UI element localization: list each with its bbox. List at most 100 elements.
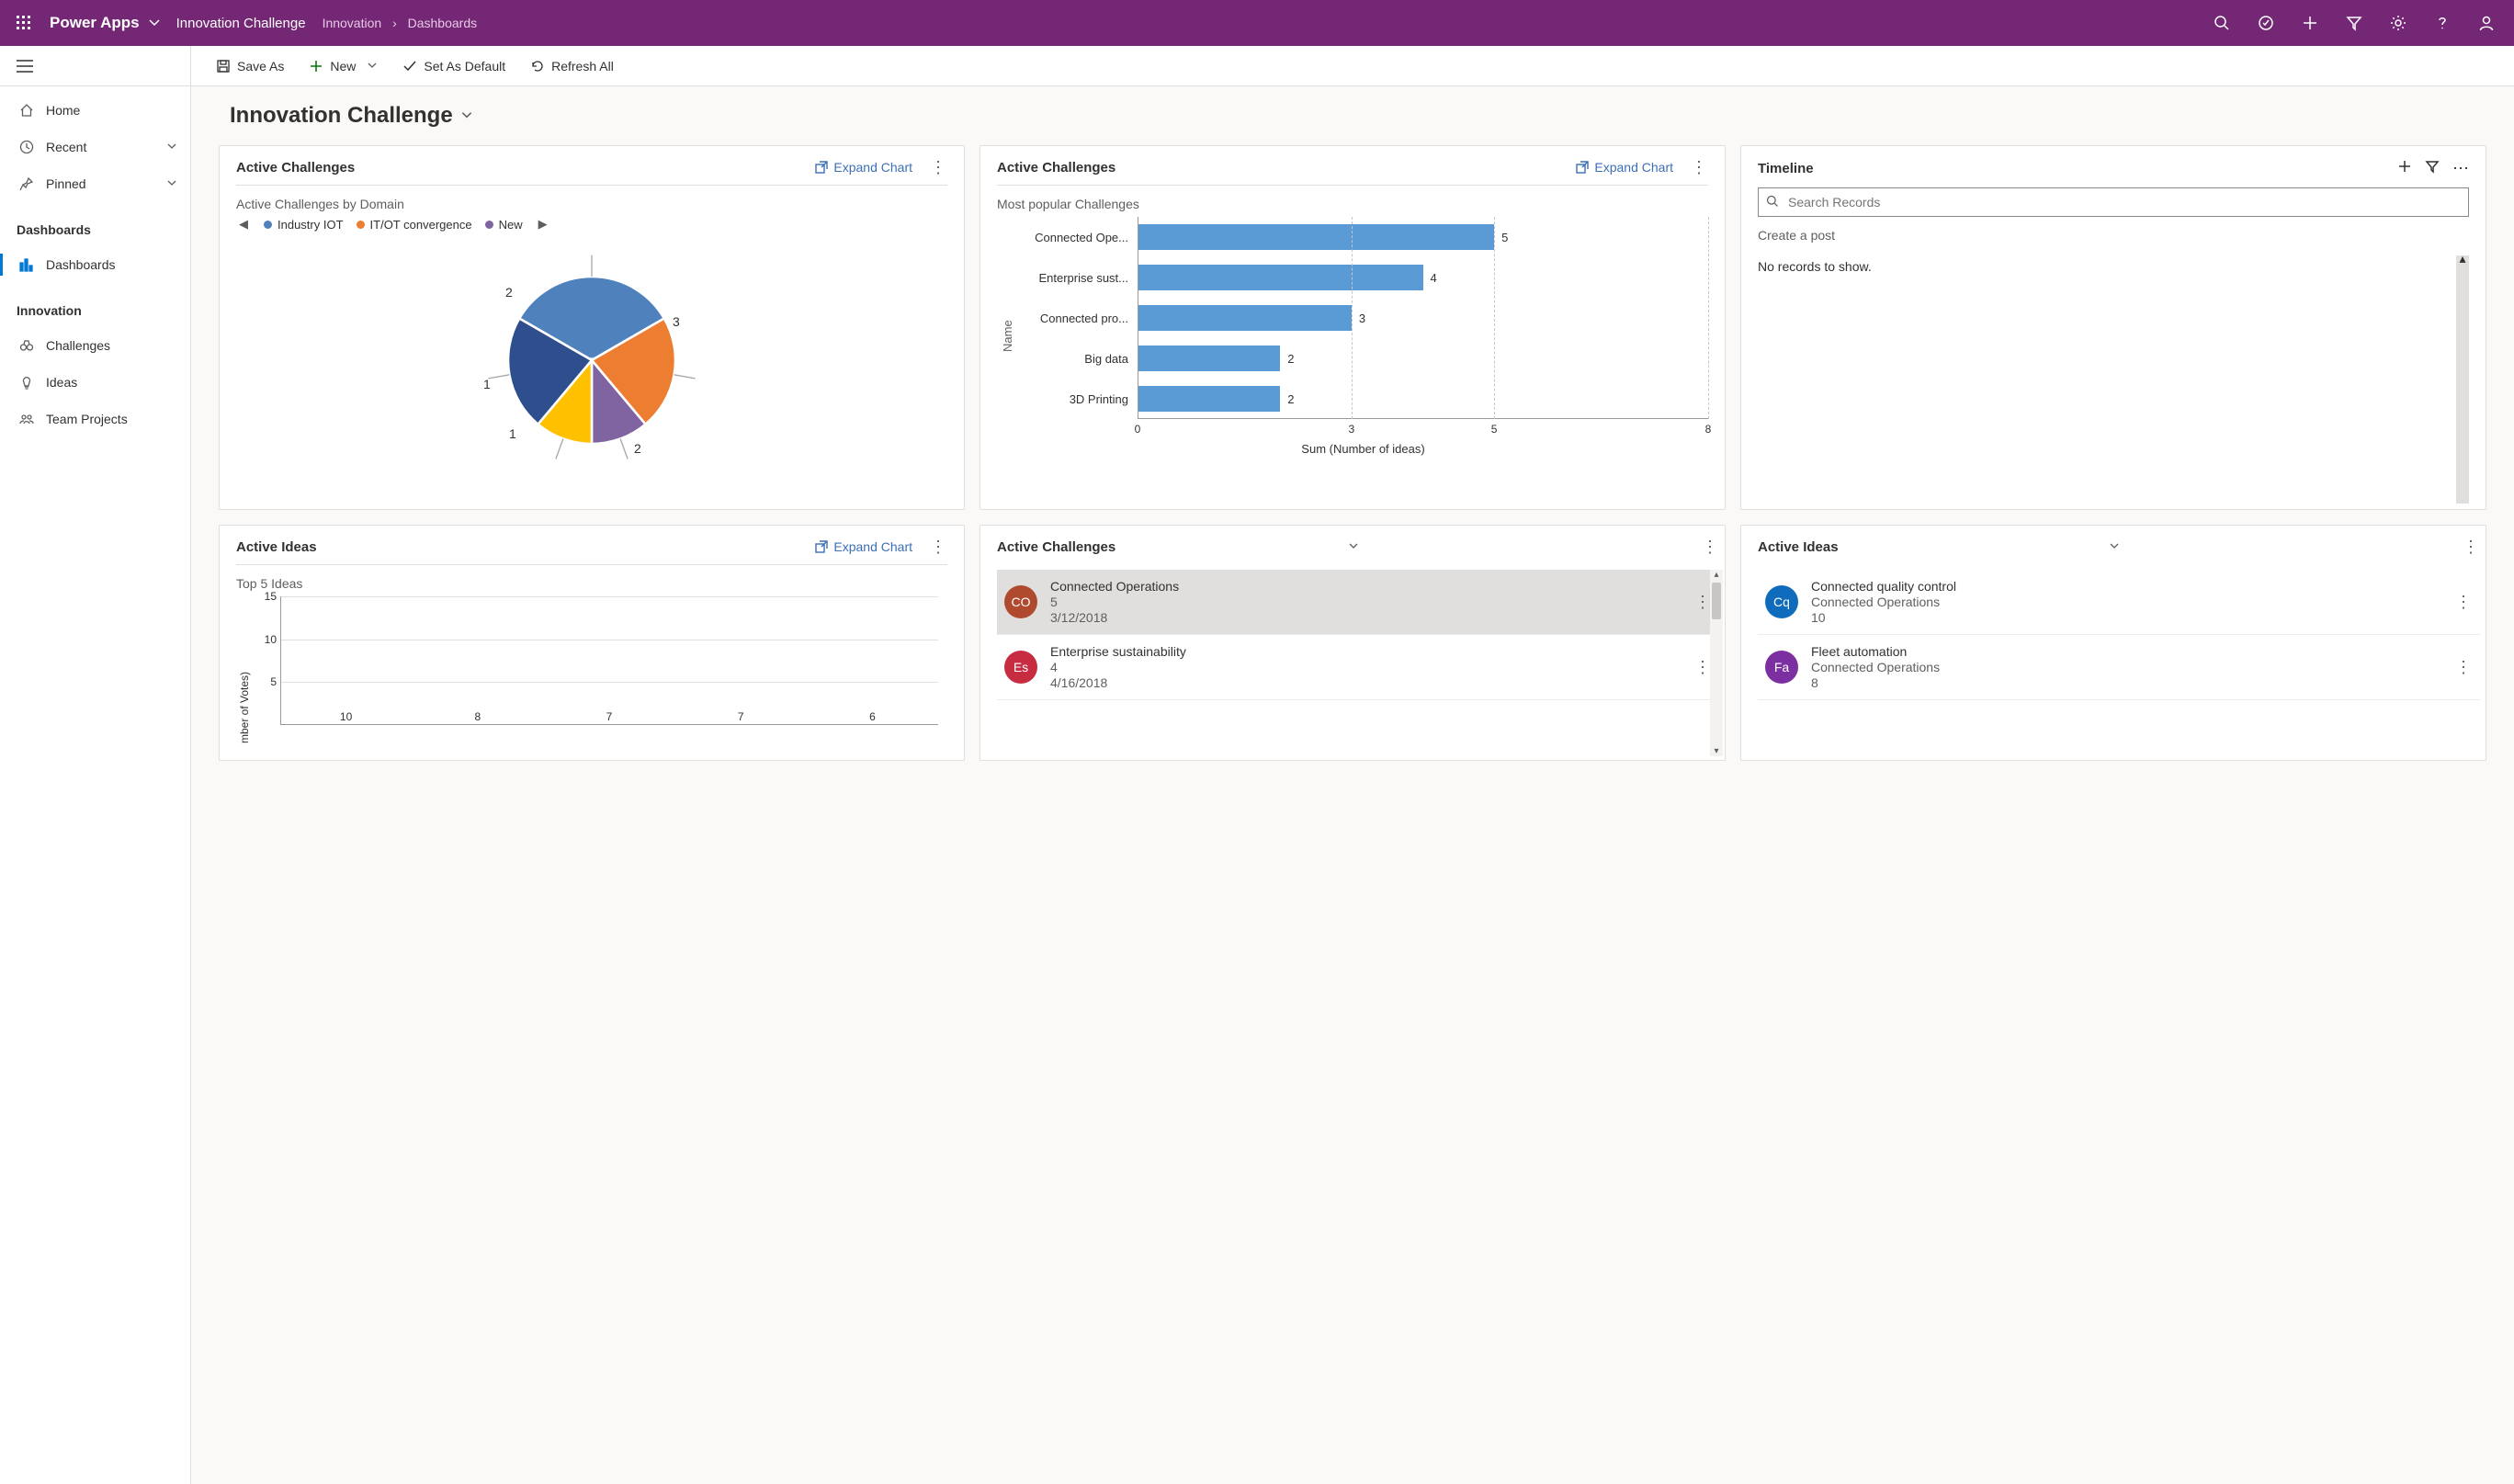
card-title: Timeline [1758,161,2397,176]
record-subtitle: Connected Operations [1811,595,2454,609]
avatar: Fa [1765,651,1798,684]
filter-icon[interactable] [2334,3,2374,43]
card-timeline: Timeline ⋯ Create a post ▴ [1740,145,2486,510]
expand-chart-button[interactable]: Expand Chart [815,539,912,554]
scroll-up-icon[interactable]: ▴ [2456,254,2469,263]
nav-recent[interactable]: Recent [0,129,190,165]
expand-chart-button[interactable]: Expand Chart [1576,160,1673,175]
list-item[interactable]: COConnected Operations53/12/2018⋮ [997,570,1719,635]
nav-home[interactable]: Home [0,92,190,129]
cmd-save-as-label: Save As [237,59,284,74]
timeline-search-input[interactable] [1786,194,2461,210]
more-icon[interactable]: ⋮ [1693,658,1712,677]
search-icon[interactable] [2202,3,2242,43]
scroll-down-icon[interactable]: ▾ [1710,746,1723,756]
chevron-down-icon[interactable] [367,59,378,74]
nav-ideas[interactable]: Ideas [0,364,190,401]
help-icon[interactable] [2422,3,2463,43]
team-icon [17,412,37,426]
search-icon [1766,195,1779,210]
card-active-ideas-bar: Active Ideas Expand Chart ⋮ Top 5 Ideas … [219,525,965,761]
hbar-row: 3D Printing2 [1018,379,1708,419]
more-icon[interactable]: ⋯ [2452,159,2469,178]
plus-icon [308,58,324,74]
filter-icon[interactable] [2425,159,2440,178]
scroll-up-icon[interactable]: ▴ [1710,570,1723,580]
chevron-down-icon[interactable] [1348,539,1359,554]
chevron-down-icon[interactable] [460,108,473,124]
cmd-new-label: New [330,59,356,74]
cmd-new[interactable]: New [299,50,387,83]
hbar-row: Connected pro...3 [1018,298,1708,338]
card-title: Active Challenges [997,539,1339,555]
avatar: Cq [1765,585,1798,618]
breadcrumb-separator-icon: › [392,16,397,30]
chevron-down-icon[interactable] [145,14,164,32]
vbar-value: 7 [606,710,613,723]
nav-dashboards[interactable]: Dashboards [0,246,190,283]
hbar-category: Big data [1018,352,1138,366]
more-icon[interactable]: ⋮ [929,159,947,176]
chevron-down-icon [166,176,177,191]
record-subtitle: 5 [1050,595,1693,609]
more-icon[interactable]: ⋮ [1701,538,1719,555]
vbar-chart: 51015108776 [253,596,947,743]
list-item[interactable]: EsEnterprise sustainability44/16/2018⋮ [997,635,1719,700]
hbar-value: 2 [1287,352,1294,366]
avatar: CO [1004,585,1037,618]
more-icon[interactable]: ⋮ [2454,593,2473,612]
nav-challenges[interactable]: Challenges [0,327,190,364]
environment-name[interactable]: Innovation Challenge [176,16,306,31]
expand-chart-button[interactable]: Expand Chart [815,160,912,175]
cmd-set-default[interactable]: Set As Default [392,50,515,83]
card-active-challenges-list: Active Challenges ⋮ COConnected Operatio… [980,525,1726,761]
hbar-chart: Connected Ope...5Enterprise sust...4Conn… [1018,217,1708,456]
account-icon[interactable] [2466,3,2507,43]
cmd-refresh-all[interactable]: Refresh All [520,50,623,83]
hbar-value: 5 [1501,231,1508,244]
legend-prev-icon[interactable]: ◀ [236,217,251,232]
breadcrumb-root[interactable]: Innovation [323,16,382,30]
vbar-value: 7 [738,710,744,723]
create-post-input[interactable]: Create a post [1758,228,2469,243]
card-title: Active Ideas [236,539,815,555]
nav-team-projects-label: Team Projects [46,412,190,426]
more-icon[interactable]: ⋮ [2462,538,2480,555]
task-checkmark-icon[interactable] [2246,3,2286,43]
nav-team-projects[interactable]: Team Projects [0,401,190,437]
add-icon[interactable] [2397,159,2412,178]
cmd-set-default-label: Set As Default [424,59,505,74]
hbar-category: Connected pro... [1018,312,1138,325]
app-header: Power Apps Innovation Challenge Innovati… [0,0,2514,46]
nav-dashboards-label: Dashboards [46,257,190,272]
more-icon[interactable]: ⋮ [2454,658,2473,677]
hamburger-icon[interactable] [0,46,190,86]
scrollbar[interactable]: ▴ ▾ [1710,570,1723,756]
add-icon[interactable] [2290,3,2330,43]
record-title: Connected quality control [1811,579,2454,594]
list-item[interactable]: Cq Connected quality controlConnected Ope… [1758,570,2480,635]
record-subtitle: Connected Operations [1811,660,2454,674]
settings-gear-icon[interactable] [2378,3,2418,43]
legend-next-icon[interactable]: ▶ [536,217,550,232]
hbar-row: Enterprise sust...4 [1018,257,1708,298]
more-icon[interactable]: ⋮ [1690,159,1708,176]
hbar-row: Connected Ope...5 [1018,217,1708,257]
record-title: Enterprise sustainability [1050,644,1693,659]
main-area: Save As New Set As Default Refresh All I… [191,46,2514,1484]
record-list: COConnected Operations53/12/2018⋮EsEnter… [997,570,1719,700]
chevron-down-icon[interactable] [2109,539,2120,554]
app-launcher-icon[interactable] [7,6,40,40]
list-item[interactable]: FaFleet automationConnected Operations8⋮ [1758,635,2480,700]
more-icon[interactable]: ⋮ [1693,593,1712,612]
refresh-icon [529,58,546,74]
breadcrumb: Innovation › Dashboards [323,16,478,30]
nav-pinned[interactable]: Pinned [0,165,190,202]
cmd-save-as[interactable]: Save As [206,50,293,83]
hbar-value: 2 [1287,392,1294,406]
nav-challenges-label: Challenges [46,338,190,353]
timeline-search[interactable] [1758,187,2469,217]
chart-ylabel: Name [997,217,1018,456]
app-name: Power Apps [50,14,140,32]
more-icon[interactable]: ⋮ [929,538,947,555]
